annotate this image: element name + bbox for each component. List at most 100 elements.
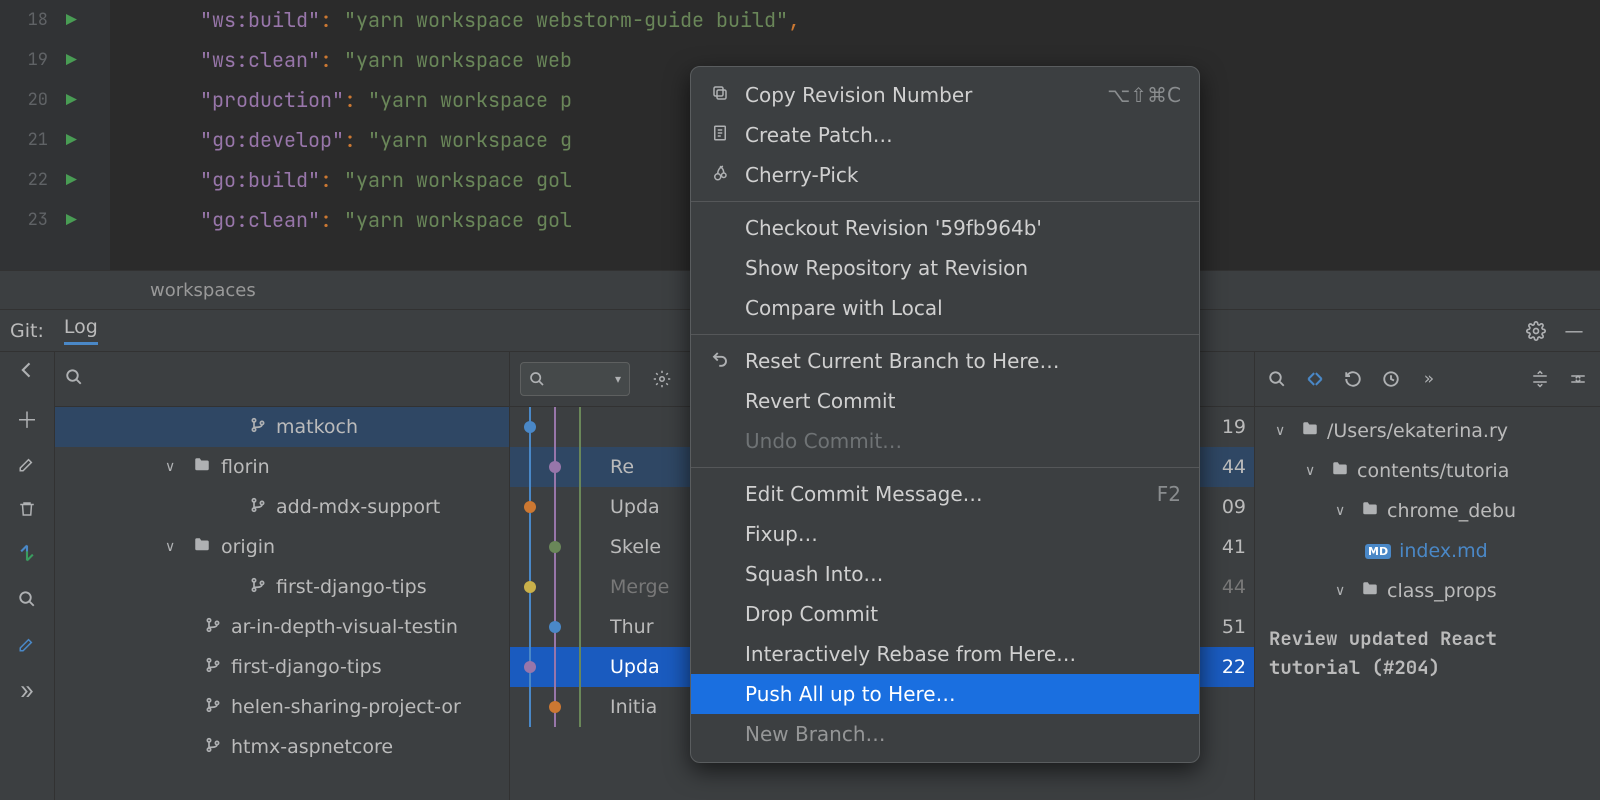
branch-item[interactable]: ar-in-depth-visual-testin [55, 607, 509, 647]
gutter: 18▶19▶20▶21▶22▶23▶ [0, 0, 110, 270]
menu-item[interactable]: Drop Commit [691, 594, 1199, 634]
folder-icon [1361, 580, 1379, 603]
update-icon[interactable] [17, 541, 37, 570]
menu-separator [691, 467, 1199, 468]
run-icon[interactable]: ▶ [66, 169, 77, 192]
menu-item[interactable]: Copy Revision Number⌥⇧⌘C [691, 75, 1199, 115]
menu-item[interactable]: Squash Into… [691, 554, 1199, 594]
folder-item[interactable]: ∨chrome_debu [1255, 491, 1600, 531]
git-label: Git: [10, 320, 44, 342]
menu-item[interactable]: Revert Commit [691, 381, 1199, 421]
branch-icon [205, 656, 221, 678]
edit-blue-icon[interactable] [18, 631, 36, 660]
chevron-down-icon[interactable]: ∨ [165, 539, 183, 555]
git-log-tab[interactable]: Log [64, 316, 98, 345]
folder-item[interactable]: ∨/Users/ekaterina.ry [1255, 411, 1600, 451]
gutter-row[interactable]: 20▶ [0, 80, 110, 120]
run-icon[interactable]: ▶ [66, 9, 77, 32]
details-expand-icon[interactable] [1524, 363, 1556, 395]
branch-icon [205, 696, 221, 718]
details-toolbar: » [1255, 352, 1600, 407]
folder-icon [1301, 420, 1319, 443]
details-revert-icon[interactable] [1337, 363, 1369, 395]
gutter-row[interactable]: 21▶ [0, 120, 110, 160]
details-collapse-icon[interactable] [1562, 363, 1594, 395]
run-icon[interactable]: ▶ [66, 129, 77, 152]
left-rail: ＋ » [0, 352, 55, 800]
branch-icon [205, 616, 221, 638]
run-icon[interactable]: ▶ [66, 49, 77, 72]
gear-icon[interactable] [1520, 315, 1552, 347]
folder-item[interactable]: ∨contents/tutoria [1255, 451, 1600, 491]
undo-icon [709, 350, 731, 373]
branch-folder[interactable]: ∨origin [55, 527, 509, 567]
gutter-row[interactable]: 22▶ [0, 160, 110, 200]
branches-panel: matkoch∨florinadd-mdx-support∨originfirs… [55, 352, 510, 800]
gutter-row[interactable]: 19▶ [0, 40, 110, 80]
menu-separator [691, 201, 1199, 202]
chevron-icon[interactable]: ∨ [1275, 423, 1293, 439]
more-icon[interactable]: » [20, 676, 33, 705]
menu-item[interactable]: New Branch… [691, 714, 1199, 754]
gutter-row[interactable]: 23▶ [0, 200, 110, 240]
menu-item[interactable]: Cherry-Pick [691, 155, 1199, 195]
details-diff-icon[interactable] [1299, 363, 1331, 395]
gutter-row[interactable]: 18▶ [0, 0, 110, 40]
branches-toolbar [55, 352, 509, 407]
changed-files-tree[interactable]: ∨/Users/ekaterina.ry∨contents/tutoria∨ch… [1255, 407, 1600, 611]
branch-list[interactable]: matkoch∨florinadd-mdx-support∨originfirs… [55, 407, 509, 767]
breadcrumb-item[interactable]: workspaces [150, 280, 256, 301]
branch-item[interactable]: first-django-tips [55, 647, 509, 687]
branch-item[interactable]: add-mdx-support [55, 487, 509, 527]
folder-item[interactable]: ∨class_props [1255, 571, 1600, 611]
commit-message: Review updated React tutorial (#204) [1255, 611, 1600, 696]
branch-folder[interactable]: ∨florin [55, 447, 509, 487]
branch-icon [250, 496, 266, 518]
branch-item[interactable]: matkoch [55, 407, 509, 447]
folder-icon [193, 536, 211, 559]
chevron-down-icon[interactable]: ∨ [165, 459, 183, 475]
delete-icon[interactable] [18, 496, 36, 525]
details-history-icon[interactable] [1375, 363, 1407, 395]
menu-item[interactable]: Show Repository at Revision [691, 248, 1199, 288]
menu-item[interactable]: Fixup… [691, 514, 1199, 554]
search-icon[interactable] [18, 586, 36, 615]
folder-icon [1361, 500, 1379, 523]
back-icon[interactable] [17, 358, 37, 387]
menu-item: Undo Commit… [691, 421, 1199, 461]
chevron-icon[interactable]: ∨ [1305, 463, 1323, 479]
run-icon[interactable]: ▶ [66, 209, 77, 232]
filter-gear-icon[interactable] [646, 363, 678, 395]
details-panel: » ∨/Users/ekaterina.ry∨contents/tutoria∨… [1255, 352, 1600, 800]
markdown-file-icon: MD [1365, 544, 1391, 559]
run-icon[interactable]: ▶ [66, 89, 77, 112]
filter-input[interactable]: ▾ [520, 362, 630, 396]
menu-separator [691, 334, 1199, 335]
patch-icon [709, 124, 731, 147]
chevron-icon[interactable]: ∨ [1335, 583, 1353, 599]
edit-icon[interactable] [18, 451, 36, 480]
menu-item[interactable]: Compare with Local [691, 288, 1199, 328]
minimize-icon[interactable]: — [1558, 315, 1590, 347]
branch-item[interactable]: first-django-tips [55, 567, 509, 607]
branch-icon [250, 576, 266, 598]
branches-search-icon[interactable] [65, 367, 83, 391]
details-more-icon[interactable]: » [1413, 363, 1445, 395]
details-search-icon[interactable] [1261, 363, 1293, 395]
cherry-icon [709, 164, 731, 187]
branch-item[interactable]: htmx-aspnetcore [55, 727, 509, 767]
menu-item[interactable]: Checkout Revision '59fb964b' [691, 208, 1199, 248]
branch-icon [205, 736, 221, 758]
branch-icon [250, 416, 266, 438]
context-menu[interactable]: Copy Revision Number⌥⇧⌘CCreate Patch…Che… [690, 66, 1200, 763]
menu-item[interactable]: Edit Commit Message…F2 [691, 474, 1199, 514]
menu-item[interactable]: Push All up to Here… [691, 674, 1199, 714]
code-line[interactable]: "ws:build": "yarn workspace webstorm-gui… [200, 0, 800, 40]
file-item[interactable]: MDindex.md [1255, 531, 1600, 571]
add-icon[interactable]: ＋ [16, 403, 38, 435]
branch-item[interactable]: helen-sharing-project-or [55, 687, 509, 727]
menu-item[interactable]: Interactively Rebase from Here… [691, 634, 1199, 674]
menu-item[interactable]: Create Patch… [691, 115, 1199, 155]
chevron-icon[interactable]: ∨ [1335, 503, 1353, 519]
menu-item[interactable]: Reset Current Branch to Here… [691, 341, 1199, 381]
